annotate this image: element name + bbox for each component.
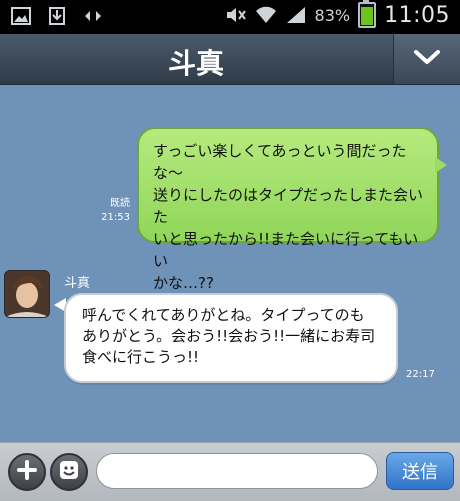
chevron-down-icon <box>413 48 441 70</box>
message-line: 呼んでくれてありがとね。タイプってのも <box>82 306 365 324</box>
message-input[interactable] <box>96 453 378 489</box>
message-line: すっごい楽しくてあっという間だったな〜 <box>153 142 407 182</box>
mute-icon <box>225 5 247 25</box>
message-line: 送りにしたのはタイプだったしまた会いた <box>153 186 424 226</box>
menu-dropdown-button[interactable] <box>393 34 460 84</box>
message-line: かな…?? <box>153 274 214 292</box>
outgoing-bubble-tail <box>435 157 447 173</box>
battery-icon <box>358 0 377 28</box>
sender-name: 斗真 <box>64 276 91 291</box>
message-input-bar: 送信 <box>0 442 460 501</box>
status-time: 11:05 <box>384 2 450 28</box>
download-box-icon <box>46 6 68 26</box>
status-bar-left <box>10 6 104 26</box>
read-label: 既読 <box>110 198 130 209</box>
battery-percent: 83% <box>314 5 351 25</box>
image-icon <box>10 6 32 26</box>
message-line: ありがとう。会おう!!会おう!!一緒にお寿司 <box>82 327 376 345</box>
status-bar: 83% 11:05 <box>0 0 460 34</box>
message-line: いと思ったから!!また会いに行ってもいい <box>153 230 419 270</box>
outgoing-time: 21:53 <box>101 212 130 223</box>
incoming-message-bubble[interactable]: 呼んでくれてありがとね。タイプってのも ありがとう。会おう!!会おう!!一緒にお… <box>64 293 398 383</box>
chat-area[interactable]: 既読 21:53 すっごい楽しくてあっという間だったな〜 送りにしたのはタイプだ… <box>0 85 460 442</box>
avatar[interactable] <box>4 270 50 318</box>
status-bar-right: 83% 11:05 <box>225 0 450 28</box>
plus-icon <box>17 460 37 484</box>
emoji-button[interactable] <box>50 453 88 491</box>
read-receipt: 既読 21:53 <box>98 197 130 225</box>
emoji-icon <box>58 459 80 485</box>
send-button[interactable]: 送信 <box>386 452 454 490</box>
message-line: 食べに行こうっ!! <box>82 348 200 366</box>
chat-title: 斗真 <box>167 47 224 80</box>
incoming-time: 22:17 <box>406 369 435 380</box>
chat-header: 斗真 <box>0 34 460 85</box>
outgoing-message-bubble[interactable]: すっごい楽しくてあっという間だったな〜 送りにしたのはタイプだったしまた会いた … <box>137 127 439 292</box>
signal-icon <box>285 5 307 25</box>
double-arrow-icon <box>82 6 104 26</box>
wifi-icon <box>255 5 277 25</box>
add-attachment-button[interactable] <box>8 453 46 491</box>
